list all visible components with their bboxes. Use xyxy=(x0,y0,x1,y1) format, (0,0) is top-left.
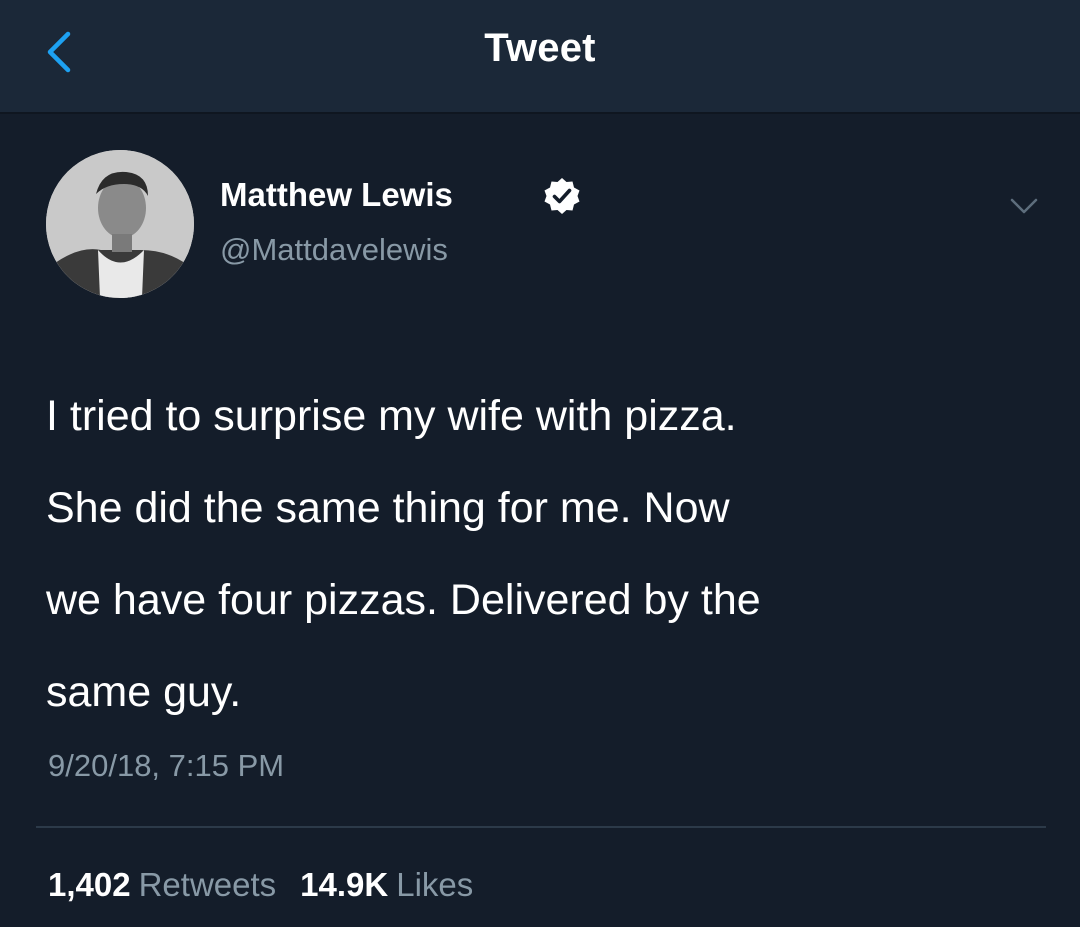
more-options-button[interactable] xyxy=(1002,184,1046,228)
tweet-stats: 1,402 Retweets 14.9K Likes xyxy=(48,866,497,904)
likes-stat[interactable]: 14.9K Likes xyxy=(300,866,497,903)
author-handle[interactable]: @Mattdavelewis xyxy=(220,232,448,268)
avatar-photo xyxy=(46,150,194,298)
verified-badge-icon xyxy=(544,178,580,214)
tweet-text-line: same guy. xyxy=(46,668,242,716)
retweets-label: Retweets xyxy=(138,866,277,903)
likes-label: Likes xyxy=(396,866,474,903)
page-title: Tweet xyxy=(484,26,596,70)
tweet-text: I tried to surprise my wife with pizza. … xyxy=(46,370,1036,738)
tweet-timestamp: 9/20/18, 7:15 PM xyxy=(48,748,285,783)
tweet-detail-screen: Tweet Matthew Lewis @Mattdavelewis I tri… xyxy=(0,0,1080,927)
retweets-count: 1,402 xyxy=(48,866,131,903)
tweet-author-header: Matthew Lewis @Mattdavelewis xyxy=(46,150,1046,310)
tweet-text-line: we have four pizzas. Delivered by the xyxy=(46,576,761,624)
divider xyxy=(36,826,1046,828)
author-name[interactable]: Matthew Lewis xyxy=(220,176,453,214)
avatar[interactable] xyxy=(46,150,194,298)
tweet-text-line: I tried to surprise my wife with pizza. xyxy=(46,392,737,440)
tweet-text-line: She did the same thing for me. Now xyxy=(46,484,730,532)
navigation-bar: Tweet xyxy=(0,0,1080,114)
likes-count: 14.9K xyxy=(300,866,389,903)
chevron-down-icon xyxy=(1010,198,1038,214)
retweets-stat[interactable]: 1,402 Retweets xyxy=(48,866,300,903)
